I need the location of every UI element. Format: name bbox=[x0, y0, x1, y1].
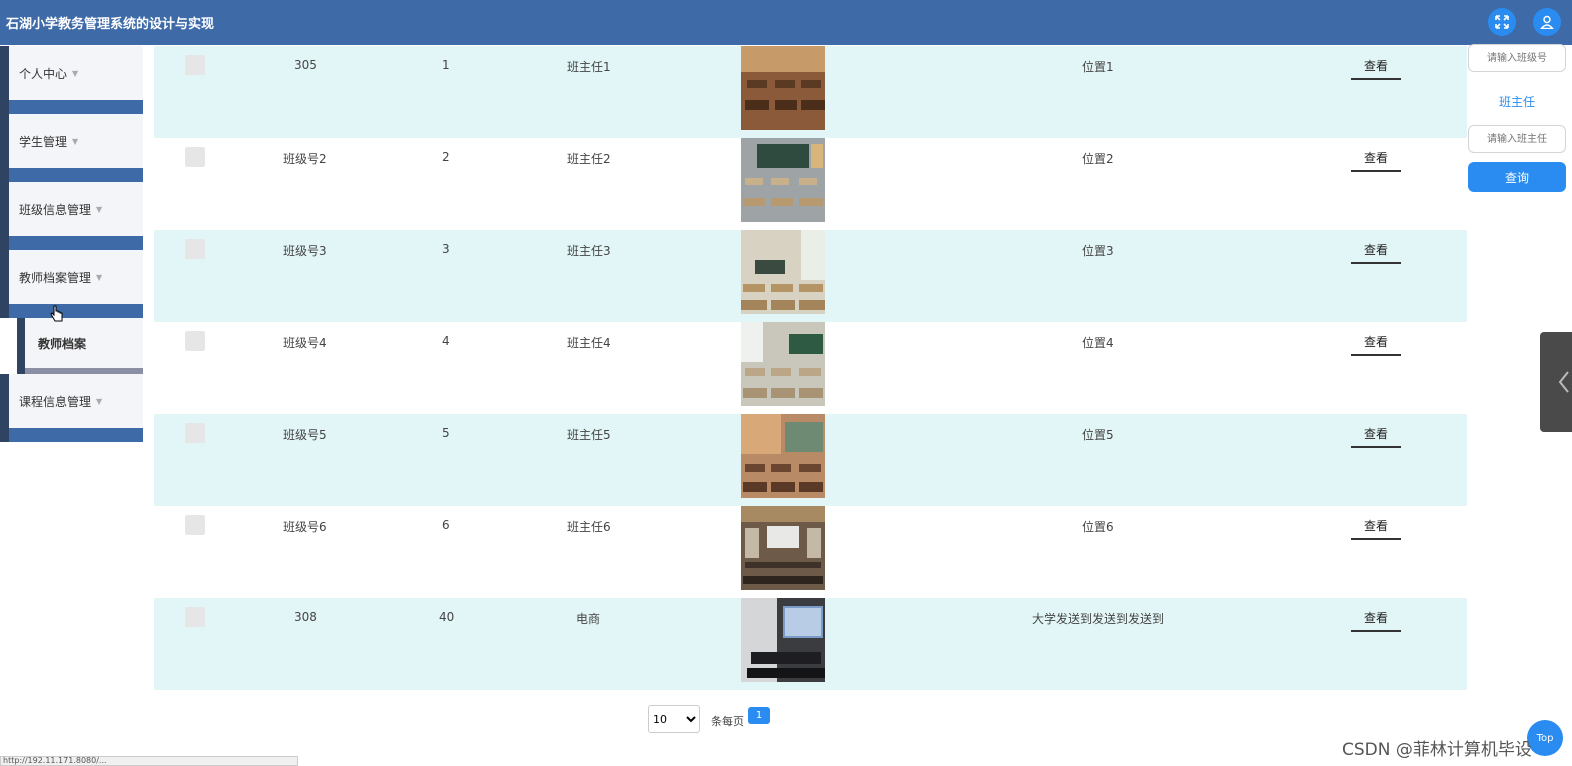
table-row: 308 40 电商 大学发送到发送到发送到 查看 bbox=[154, 598, 1467, 690]
count-cell: 6 bbox=[442, 518, 450, 532]
teacher-cell: 班主任2 bbox=[567, 152, 611, 166]
class-no-cell: 班级号2 bbox=[283, 152, 327, 166]
class-no-cell: 班级号6 bbox=[283, 520, 327, 534]
fullscreen-button[interactable] bbox=[1488, 8, 1516, 36]
view-button[interactable]: 查看 bbox=[1351, 149, 1401, 172]
sidebar-item-student-management[interactable]: 学生管理 ▼ bbox=[0, 114, 143, 182]
row-checkbox[interactable] bbox=[185, 331, 205, 351]
sidebar-item-teacher-archive-management[interactable]: 教师档案管理 ▼ bbox=[0, 250, 143, 318]
count-cell: 4 bbox=[442, 334, 450, 348]
table-row: 班级号5 5 班主任5 位置5 查看 bbox=[154, 414, 1467, 506]
page-size-select[interactable]: 10 bbox=[648, 705, 700, 733]
back-to-top-button[interactable]: Top bbox=[1527, 720, 1563, 756]
class-no-cell: 班级号3 bbox=[283, 244, 327, 258]
sidebar-menu: 个人中心 ▼ 学生管理 ▼ 班级信息管理 ▼ 教师档案管理 ▼ 教师档案 课程信息管理 ▼ bbox=[0, 46, 143, 442]
sidebar-item-personal-center[interactable]: 个人中心 ▼ bbox=[0, 46, 143, 114]
table-row: 班级号3 3 班主任3 位置3 查看 bbox=[154, 230, 1467, 322]
teacher-cell: 班主任6 bbox=[567, 520, 611, 534]
row-checkbox[interactable] bbox=[185, 607, 205, 627]
back-to-top-label: Top bbox=[1536, 732, 1554, 744]
table-row: 305 1 班主任1 位置1 查看 bbox=[154, 46, 1467, 138]
view-button[interactable]: 查看 bbox=[1351, 609, 1401, 632]
location-cell: 位置3 bbox=[1082, 244, 1114, 258]
sidebar-item-label: 个人中心 bbox=[19, 66, 68, 81]
location-cell: 位置1 bbox=[1082, 60, 1114, 74]
class-no-cell: 308 bbox=[294, 610, 317, 624]
sidebar-item-label: 课程信息管理 bbox=[19, 394, 92, 409]
teacher-cell: 班主任1 bbox=[567, 60, 611, 74]
count-cell: 1 bbox=[442, 58, 450, 72]
status-bar-url: http://192.11.171.8080/... bbox=[0, 756, 298, 766]
location-cell: 位置4 bbox=[1082, 336, 1114, 350]
classroom-photo bbox=[741, 322, 825, 406]
row-checkbox[interactable] bbox=[185, 147, 205, 167]
view-button[interactable]: 查看 bbox=[1351, 425, 1401, 448]
top-header: 石湖小学教务管理系统的设计与实现 bbox=[0, 0, 1572, 45]
caret-down-icon: ▼ bbox=[96, 272, 103, 282]
caret-down-icon: ▼ bbox=[72, 136, 79, 146]
hand-cursor-icon bbox=[50, 305, 63, 322]
view-button[interactable]: 查看 bbox=[1351, 517, 1401, 540]
classroom-photo bbox=[741, 414, 825, 498]
count-cell: 40 bbox=[439, 610, 455, 624]
row-checkbox[interactable] bbox=[185, 55, 205, 75]
caret-down-icon: ▼ bbox=[96, 204, 103, 214]
search-button[interactable]: 查询 bbox=[1468, 162, 1566, 192]
count-cell: 2 bbox=[442, 150, 450, 164]
view-button[interactable]: 查看 bbox=[1351, 241, 1401, 264]
teacher-cell: 班主任3 bbox=[567, 244, 611, 258]
teacher-search-label: 班主任 bbox=[1498, 95, 1535, 109]
class-table: 305 1 班主任1 位置1 查看 班级号2 2 班主任2 位置2 查看 班级号… bbox=[154, 46, 1467, 690]
count-cell: 5 bbox=[442, 426, 450, 440]
location-cell: 位置6 bbox=[1082, 520, 1114, 534]
count-cell: 3 bbox=[442, 242, 450, 256]
classroom-photo bbox=[741, 230, 825, 314]
row-checkbox[interactable] bbox=[185, 423, 205, 443]
row-checkbox[interactable] bbox=[185, 239, 205, 259]
meeting-room-photo bbox=[741, 598, 825, 682]
page-number-button[interactable]: 1 bbox=[748, 707, 770, 724]
location-cell: 大学发送到发送到发送到 bbox=[1032, 612, 1165, 626]
per-page-label: 条每页 bbox=[711, 715, 744, 728]
sidebar-subitem-teacher-archive[interactable]: 教师档案 bbox=[17, 318, 143, 374]
class-no-cell: 305 bbox=[294, 58, 317, 72]
fullscreen-icon bbox=[1495, 15, 1509, 29]
location-cell: 位置2 bbox=[1082, 152, 1114, 166]
location-cell: 位置5 bbox=[1082, 428, 1114, 442]
caret-down-icon: ▼ bbox=[96, 396, 103, 406]
teacher-cell: 班主任4 bbox=[567, 336, 611, 350]
user-icon bbox=[1540, 15, 1554, 29]
classroom-photo bbox=[741, 138, 825, 222]
user-button[interactable] bbox=[1533, 8, 1561, 36]
teacher-cell: 班主任5 bbox=[567, 428, 611, 442]
class-no-search-input[interactable] bbox=[1468, 44, 1566, 72]
classroom-photo bbox=[741, 46, 825, 130]
app-title: 石湖小学教务管理系统的设计与实现 bbox=[6, 17, 215, 32]
sidebar-subitem-label: 教师档案 bbox=[25, 318, 143, 368]
sidebar-item-label: 学生管理 bbox=[19, 134, 68, 149]
class-no-cell: 班级号4 bbox=[283, 336, 327, 350]
teacher-cell: 电商 bbox=[576, 612, 601, 626]
row-checkbox[interactable] bbox=[185, 515, 205, 535]
sidebar-item-label: 教师档案管理 bbox=[19, 270, 92, 285]
sidebar-item-class-management[interactable]: 班级信息管理 ▼ bbox=[0, 182, 143, 250]
side-panel-handle[interactable] bbox=[1540, 332, 1572, 432]
view-button[interactable]: 查看 bbox=[1351, 333, 1401, 356]
watermark-text: CSDN @菲林计算机毕设 bbox=[1342, 740, 1532, 760]
classroom-photo bbox=[741, 506, 825, 590]
table-row: 班级号2 2 班主任2 位置2 查看 bbox=[154, 138, 1467, 230]
class-no-cell: 班级号5 bbox=[283, 428, 327, 442]
sidebar-item-label: 班级信息管理 bbox=[19, 202, 92, 217]
sidebar-item-course-management[interactable]: 课程信息管理 ▼ bbox=[0, 374, 143, 442]
caret-down-icon: ▼ bbox=[72, 68, 79, 78]
chevron-left-icon bbox=[1558, 371, 1569, 393]
teacher-search-input[interactable] bbox=[1468, 125, 1566, 153]
table-row: 班级号4 4 班主任4 位置4 查看 bbox=[154, 322, 1467, 414]
table-row: 班级号6 6 班主任6 位置6 查看 bbox=[154, 506, 1467, 598]
view-button[interactable]: 查看 bbox=[1351, 57, 1401, 80]
